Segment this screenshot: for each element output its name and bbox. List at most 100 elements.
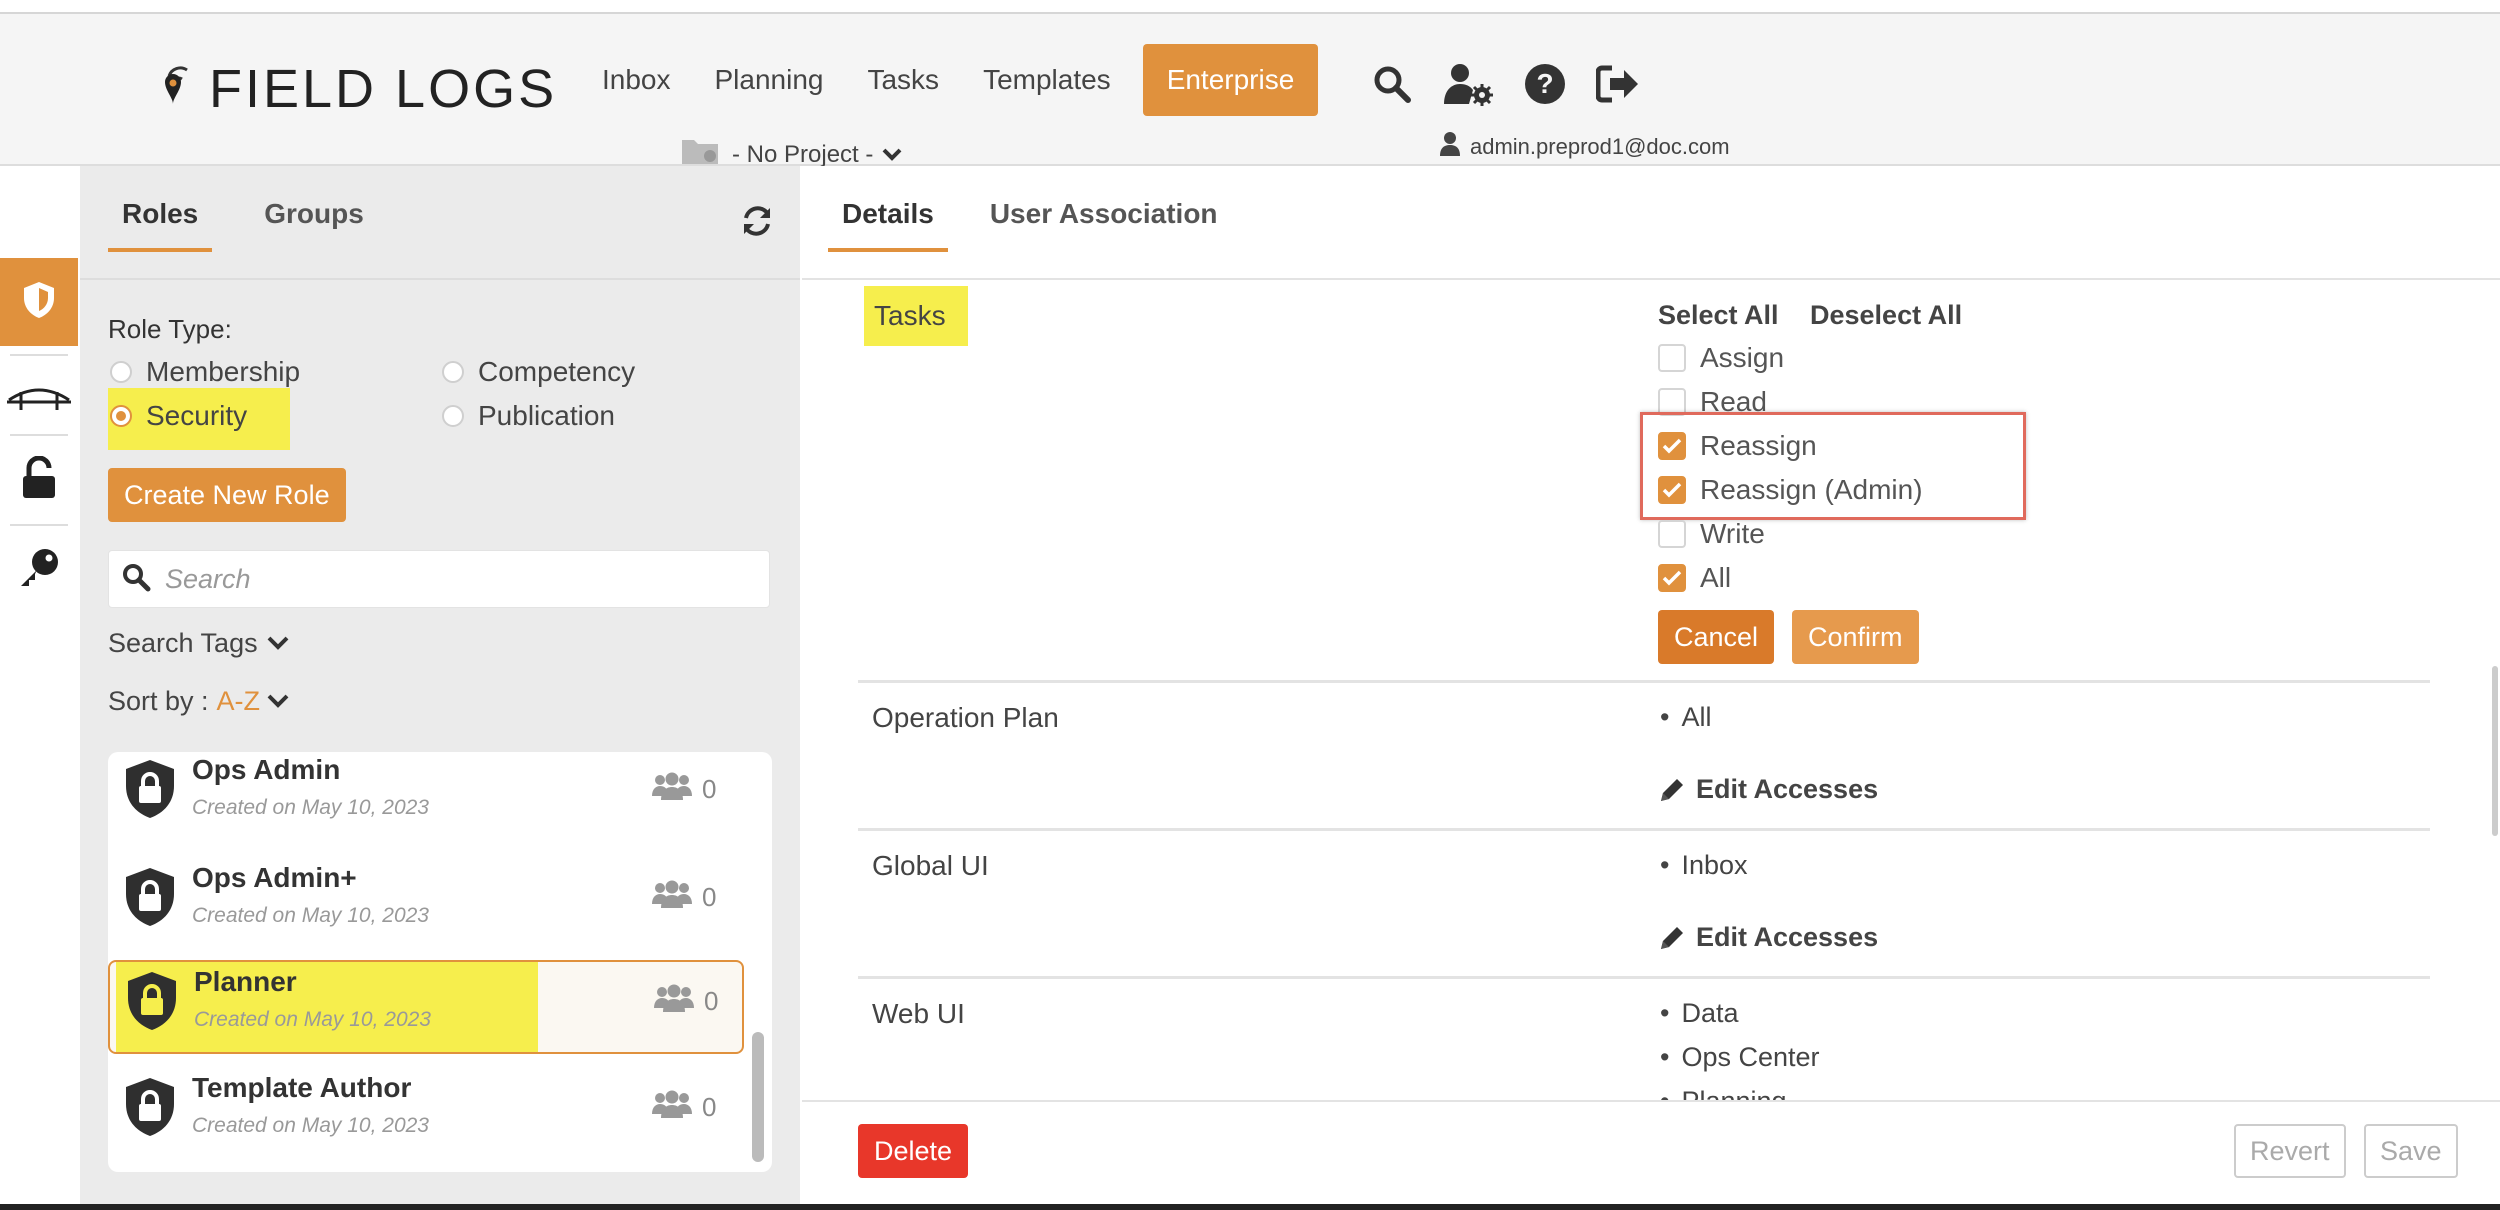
tab-groups[interactable]: Groups bbox=[264, 198, 364, 252]
left-tabs: Roles Groups bbox=[108, 198, 416, 252]
role-name: Template Author bbox=[192, 1072, 412, 1103]
radio-dot bbox=[110, 361, 132, 383]
pencil-icon bbox=[1661, 778, 1683, 801]
current-user: admin.preprod1@doc.com bbox=[1440, 132, 1730, 162]
search-tags-label: Search Tags bbox=[108, 628, 258, 658]
rail-key[interactable] bbox=[0, 526, 78, 614]
checkbox-write[interactable]: Write bbox=[1658, 518, 1765, 550]
radio-membership[interactable]: Membership bbox=[110, 356, 300, 388]
role-search[interactable]: Search bbox=[108, 550, 770, 608]
radio-competency[interactable]: Competency bbox=[442, 356, 635, 388]
role-created: Created on May 10, 2023 bbox=[194, 1008, 431, 1031]
users-icon bbox=[652, 1090, 692, 1125]
role-list-scrollbar[interactable] bbox=[752, 1032, 764, 1162]
user-email: admin.preprod1@doc.com bbox=[1470, 134, 1730, 159]
radio-label: Membership bbox=[146, 356, 301, 387]
user-settings-icon[interactable] bbox=[1442, 62, 1494, 106]
checkbox-label: Write bbox=[1700, 518, 1765, 549]
checkbox-label: Assign bbox=[1700, 342, 1785, 373]
role-item-ops-admin[interactable]: Ops Admin Created on May 10, 2023 0 bbox=[108, 752, 744, 844]
nav-icon-group: ? bbox=[1372, 62, 1670, 106]
role-item-ops-admin-plus[interactable]: Ops Admin+ Created on May 10, 2023 0 bbox=[108, 858, 744, 952]
radio-dot bbox=[442, 405, 464, 427]
confirm-button[interactable]: Confirm bbox=[1792, 610, 1919, 664]
role-details-panel: Details User Association Tasks Select Al… bbox=[802, 166, 2500, 1210]
tab-details[interactable]: Details bbox=[828, 198, 948, 252]
search-icon[interactable] bbox=[1372, 64, 1412, 104]
roles-panel: Roles Groups Role Type: Membership Compe… bbox=[80, 166, 800, 1210]
radio-label: Competency bbox=[478, 356, 636, 387]
deselect-all-link[interactable]: Deselect All bbox=[1810, 300, 1962, 331]
check-icon bbox=[1662, 482, 1682, 498]
nav-enterprise[interactable]: Enterprise bbox=[1142, 44, 1319, 116]
role-item-planner[interactable]: Planner Created on May 10, 2023 0 bbox=[108, 960, 744, 1054]
side-rail bbox=[0, 166, 80, 1210]
sort-value: A-Z bbox=[216, 686, 261, 716]
web-ui-value: Ops Center bbox=[1660, 1042, 1819, 1073]
edit-accesses-button[interactable]: Edit Accesses bbox=[1658, 774, 1878, 805]
checkbox-box bbox=[1658, 476, 1686, 504]
svg-text:?: ? bbox=[1536, 68, 1553, 99]
right-tabs: Details User Association bbox=[828, 198, 1260, 252]
search-tags-toggle[interactable]: Search Tags bbox=[108, 628, 290, 659]
chevron-down-icon bbox=[266, 628, 290, 659]
edit-accesses-label: Edit Accesses bbox=[1696, 774, 1879, 804]
search-input[interactable]: Search bbox=[165, 564, 251, 595]
details-scrollbar[interactable] bbox=[2492, 666, 2498, 836]
checkbox-reassign[interactable]: Reassign bbox=[1658, 430, 1817, 462]
pencil-icon bbox=[1661, 926, 1683, 949]
lock-shield-icon bbox=[122, 866, 178, 933]
rail-unlock[interactable] bbox=[0, 436, 78, 524]
checkbox-box bbox=[1658, 344, 1686, 372]
radio-dot bbox=[110, 405, 132, 427]
role-created: Created on May 10, 2023 bbox=[192, 1114, 429, 1137]
nav-planning[interactable]: Planning bbox=[693, 44, 846, 116]
role-item-template-author[interactable]: Template Author Created on May 10, 2023 … bbox=[108, 1068, 744, 1162]
role-user-count: 0 bbox=[652, 1090, 716, 1125]
checkbox-assign[interactable]: Assign bbox=[1658, 342, 1784, 374]
nav-inbox[interactable]: Inbox bbox=[580, 44, 693, 116]
help-icon[interactable]: ? bbox=[1524, 63, 1566, 105]
save-button[interactable]: Save bbox=[2364, 1124, 2458, 1178]
checkbox-all[interactable]: All bbox=[1658, 562, 1731, 594]
nav-templates[interactable]: Templates bbox=[961, 44, 1133, 116]
nav-tasks[interactable]: Tasks bbox=[845, 44, 961, 116]
sort-control[interactable]: Sort by : A-Z bbox=[108, 686, 290, 717]
role-created: Created on May 10, 2023 bbox=[192, 904, 429, 927]
revert-button[interactable]: Revert bbox=[2234, 1124, 2346, 1178]
checkbox-box bbox=[1658, 564, 1686, 592]
create-new-role-button[interactable]: Create New Role bbox=[108, 468, 346, 522]
unlock-icon bbox=[21, 455, 57, 505]
search-icon bbox=[121, 562, 151, 597]
tab-roles[interactable]: Roles bbox=[108, 198, 213, 252]
select-all-link[interactable]: Select All bbox=[1658, 300, 1779, 331]
user-count-value: 0 bbox=[704, 986, 719, 1016]
key-icon bbox=[17, 546, 61, 595]
shield-icon bbox=[21, 280, 57, 325]
delete-button[interactable]: Delete bbox=[858, 1124, 969, 1178]
edit-accesses-button[interactable]: Edit Accesses bbox=[1658, 922, 1878, 953]
radio-publication[interactable]: Publication bbox=[442, 400, 615, 432]
radio-dot bbox=[442, 361, 464, 383]
tab-user-association[interactable]: User Association bbox=[990, 198, 1218, 252]
role-created: Created on May 10, 2023 bbox=[192, 796, 429, 819]
row-divider bbox=[858, 680, 2430, 683]
global-ui-value: Inbox bbox=[1660, 850, 1747, 881]
app-logo[interactable]: FIELD LOGS bbox=[155, 58, 557, 120]
lock-shield-icon bbox=[122, 758, 178, 825]
radio-security[interactable]: Security bbox=[110, 400, 247, 432]
cancel-button[interactable]: Cancel bbox=[1658, 610, 1775, 664]
checkbox-label: All bbox=[1700, 562, 1732, 593]
role-type-label: Role Type: bbox=[108, 314, 232, 344]
user-count-value: 0 bbox=[702, 1092, 717, 1122]
role-user-count: 0 bbox=[652, 880, 716, 915]
checkbox-reassign-admin[interactable]: Reassign (Admin) bbox=[1658, 474, 1923, 506]
rail-bridge[interactable] bbox=[0, 356, 78, 444]
operation-plan-value: All bbox=[1660, 702, 1711, 733]
role-name: Ops Admin bbox=[192, 754, 341, 785]
refresh-icon[interactable] bbox=[740, 204, 774, 243]
role-name: Ops Admin+ bbox=[192, 862, 357, 893]
rail-security-roles[interactable] bbox=[0, 258, 78, 346]
logout-icon[interactable] bbox=[1596, 64, 1640, 104]
sort-label: Sort by : bbox=[108, 686, 209, 716]
